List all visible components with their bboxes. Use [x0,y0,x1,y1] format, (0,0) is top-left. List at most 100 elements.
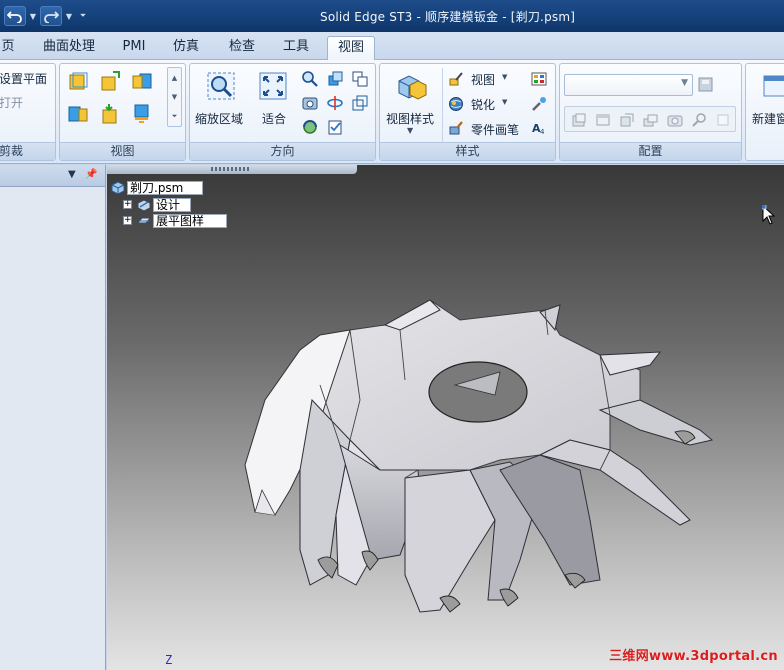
view-style-icon-button[interactable] [394,70,428,102]
cube-left-icon [68,106,88,122]
zoom-area-icon-button[interactable] [204,70,238,102]
tab-home[interactable]: 页 [0,36,16,60]
tab-tools[interactable]: 工具 [274,36,318,60]
zoom-out-button[interactable] [300,93,320,113]
color-grid-icon [531,72,547,86]
named-views-button[interactable] [325,117,345,137]
style-group-label: 样式 [380,142,555,160]
views-group: ▲ ▼ ⏷ 视图 [59,63,186,161]
tab-surfacing[interactable]: 曲面处理 [32,36,106,60]
left-panel: ▼ 📌 [0,165,106,670]
undo-button[interactable] [4,6,26,26]
new-window-button[interactable]: 新建窗 [752,110,784,127]
config-camera-icon[interactable] [667,112,683,128]
view-style-cubes-icon [398,75,427,100]
view-dropdown-icon[interactable]: ▼ [502,73,507,81]
part-painter-button[interactable]: 零件画笔 [471,121,519,138]
config-group: ▼ 配置 [559,63,742,161]
sharpen-icon-button[interactable] [447,95,465,113]
open-button[interactable]: 打开 [0,94,23,111]
view-left-button[interactable] [66,102,90,126]
new-window-icon-button[interactable] [760,70,784,102]
config-new-icon[interactable] [571,112,587,128]
chevron-down-icon[interactable]: ▼ [681,78,688,88]
pin-icon[interactable]: 📌 [85,169,97,180]
view-style-dropdown-icon[interactable]: ▼ [407,126,413,135]
sharpen-button[interactable]: 锐化 [471,96,495,113]
watermark: 三维网www.3dportal.cn [609,649,778,664]
tab-pmi[interactable]: PMI [114,36,154,60]
sharpen-dropdown-icon[interactable]: ▼ [502,98,507,106]
redo-dropdown-icon[interactable]: ▼ [65,12,73,21]
paintbrush-icon [449,72,463,86]
3d-viewport[interactable]: 剃刀.psm + 设计 + 展平图样 Z 三维网www.3dportal.cn [107,165,784,670]
cube-bottom-icon [134,104,149,123]
undo-dropdown-icon[interactable]: ▼ [29,12,37,21]
rotate-button[interactable] [325,93,345,113]
common-views-button[interactable] [350,93,370,113]
scroll-up-icon[interactable]: ▲ [172,74,177,82]
zoom-area-icon [207,72,235,100]
view-bottom-button[interactable] [130,102,154,126]
window-group: 新建窗 [745,63,784,161]
ribbon: 设置平面 打开 剪裁 ▲ ▼ ⏷ 视图 缩放区域 适合 方向 视图样式 ▼ 视图… [0,60,784,164]
tab-inspect[interactable]: 检查 [220,36,264,60]
text-style-button[interactable]: A4 [530,119,548,137]
cube-top-icon [101,71,120,91]
camera-icon [302,97,318,110]
config-copy-icon[interactable] [619,112,635,128]
views-gallery-scroll[interactable]: ▲ ▼ ⏷ [167,67,182,127]
windows-icon [352,71,368,87]
orient-group-label: 方向 [190,142,375,160]
redo-button[interactable] [40,6,62,26]
window-title: Solid Edge ST3 - 顺序建模钣金 - [剃刀.psm] [320,10,576,24]
previous-view-button[interactable] [350,69,370,89]
title-bar: ▼ ▼ ⏷ Solid Edge ST3 - 顺序建模钣金 - [剃刀.psm] [0,0,784,32]
fit-icon-button[interactable] [257,70,289,102]
spin-about-button[interactable] [300,117,320,137]
mouse-cursor-icon [762,205,776,225]
config-layers-icon[interactable] [643,112,659,128]
tab-view[interactable]: 视图 [327,36,375,60]
clip-group-label: 剪裁 [0,142,55,160]
customize-toolbar-icon[interactable]: ⏷ [76,11,90,21]
view-icon-button[interactable] [447,70,465,88]
zoom-button[interactable] [300,69,320,89]
view-menu-button[interactable]: 视图 [471,71,495,88]
ribbon-tab-bar: 页 曲面处理 PMI 仿真 检查 工具 视图 [0,32,784,60]
center-hole [428,361,528,423]
view-back-button[interactable] [98,102,122,126]
scroll-down-icon[interactable]: ▼ [172,93,177,101]
configuration-combo[interactable]: ▼ [564,74,693,96]
panel-dropdown-icon[interactable]: ▼ [68,169,76,180]
view-front-button[interactable] [66,69,90,93]
redo-icon [44,11,59,23]
config-blank-icon[interactable] [715,112,731,128]
clipboard-check-icon [328,120,342,135]
gallery-more-icon[interactable]: ⏷ [172,112,178,121]
part-painter-icon-button[interactable] [447,119,465,137]
save-config-button[interactable] [696,75,716,95]
pan-button[interactable] [325,69,345,89]
view-cube-icon [328,71,343,86]
config-window-icon[interactable] [595,112,611,128]
view-style-button[interactable]: 视图样式 [386,110,434,127]
spin-icon [303,120,317,134]
fit-button[interactable]: 适合 [262,110,286,127]
quick-access-toolbar: ▼ ▼ ⏷ [4,5,90,27]
zoom-area-button[interactable]: 缩放区域 [195,110,243,127]
views-group-label: 视图 [60,142,185,160]
set-plane-button[interactable]: 设置平面 [0,70,47,87]
save-config-icon [698,77,713,92]
sheet-metal-part-model[interactable] [107,165,784,670]
color-manager-button[interactable] [530,95,548,113]
z-axis-label: Z [165,653,173,667]
view-right-button[interactable] [130,69,154,93]
tab-simulation[interactable]: 仿真 [164,36,208,60]
view-top-button[interactable] [98,69,122,93]
style-group: 视图样式 ▼ 视图 ▼ 锐化 ▼ 零件画笔 A4 样式 [379,63,556,161]
left-panel-header: ▼ 📌 [0,165,105,187]
config-search-icon[interactable] [691,112,707,128]
style-gallery-button[interactable] [530,70,548,88]
rotate-icon [327,96,343,110]
